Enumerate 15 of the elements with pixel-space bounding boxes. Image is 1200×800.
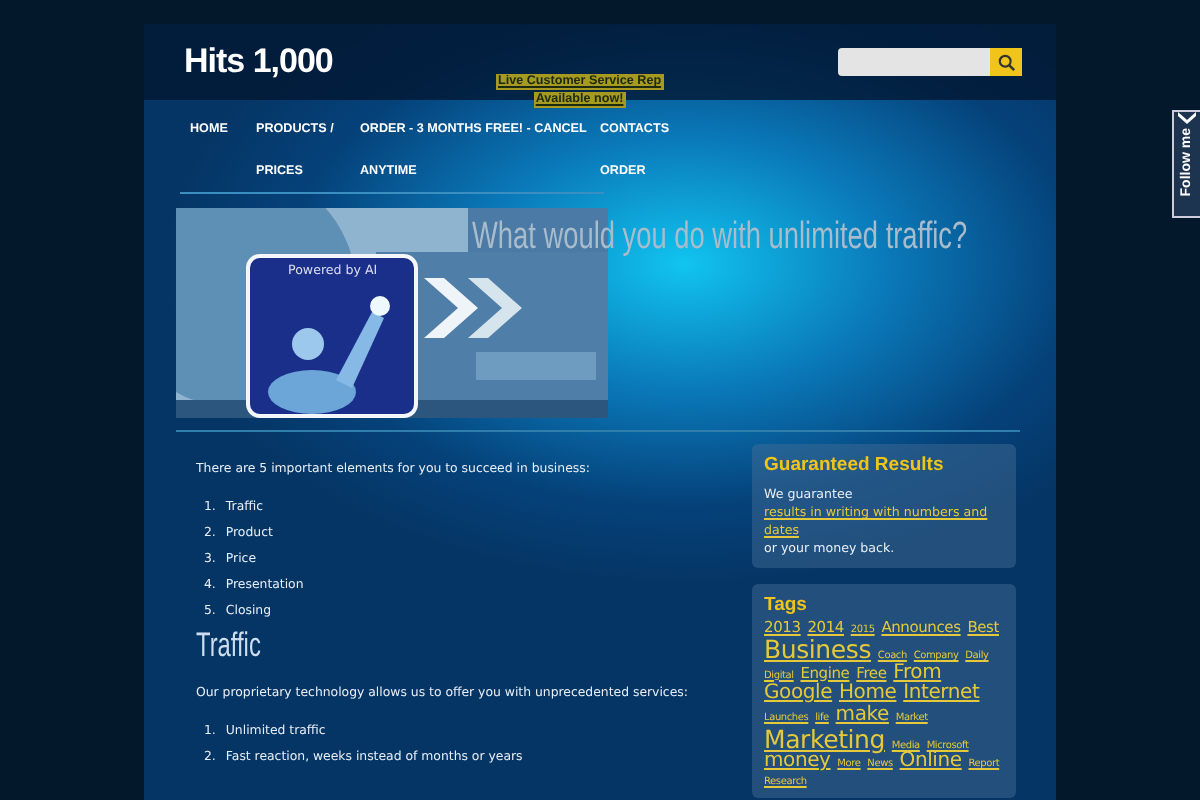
card-title: Guaranteed Results: [764, 454, 946, 476]
search-field[interactable]: [838, 48, 990, 76]
site-title[interactable]: Hits 1,000: [184, 42, 333, 82]
tag-link[interactable]: Marketing: [764, 726, 885, 753]
card-title: Tags: [764, 594, 809, 616]
tag-link[interactable]: make: [835, 705, 889, 726]
search-icon: [997, 53, 1015, 71]
tag-link[interactable]: Home: [838, 684, 897, 705]
tag-link[interactable]: money: [764, 752, 831, 774]
tag-link[interactable]: Google: [764, 684, 833, 705]
search-button[interactable]: [990, 48, 1022, 76]
tag-link[interactable]: Business: [764, 636, 872, 663]
tag-link[interactable]: Internet: [903, 684, 980, 705]
tag-link[interactable]: From: [893, 663, 942, 684]
tag-link[interactable]: Online: [899, 752, 962, 774]
